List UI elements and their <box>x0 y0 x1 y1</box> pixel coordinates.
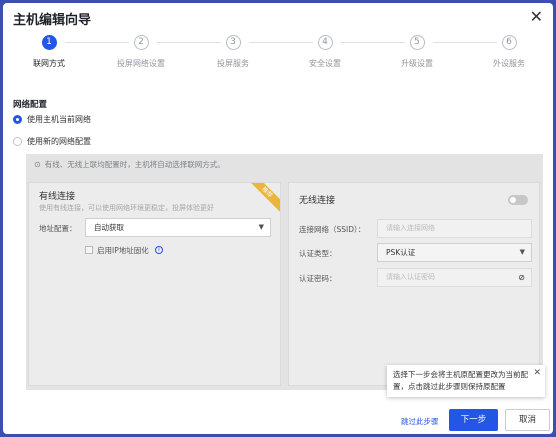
step-label: 投屏服务 <box>217 59 249 68</box>
hint-text: 有线、无线上联均配置时，主机将自动选择联网方式。 <box>44 160 225 169</box>
wifi-title: 无线连接 <box>299 196 336 206</box>
section-title: 网络配置 <box>13 100 48 110</box>
recommend-badge: 推荐 <box>250 183 280 213</box>
step-label: 联网方式 <box>33 59 65 68</box>
step-label: 投屏网络设置 <box>117 59 165 68</box>
hint-bar: ⊙ 有线、无线上联均配置时，主机将自动选择联网方式。 <box>34 159 225 170</box>
step-number: 5 <box>409 35 425 50</box>
wired-connection-card: 推荐 有线连接 使用有线连接，可以使用网络环境更稳定，投屏体验更好 地址配置： … <box>28 182 281 386</box>
wired-title: 有线连接 <box>39 192 76 202</box>
step-label: 外设服务 <box>493 59 525 68</box>
badge-text: 推荐 <box>250 183 280 213</box>
radio-button[interactable] <box>13 137 22 146</box>
location-pin-icon: ⊙ <box>34 160 41 169</box>
static-ip-label: 启用IP地址固化 <box>97 246 149 255</box>
wired-subtitle: 使用有线连接，可以使用网络环境更稳定，投屏体验更好 <box>39 204 214 212</box>
step-number: 2 <box>133 35 149 50</box>
auth-password-input[interactable]: 请输入认证密码 ⊘ <box>377 268 532 287</box>
cancel-button[interactable]: 取消 <box>505 409 550 431</box>
address-config-label: 地址配置： <box>39 224 77 233</box>
input-placeholder: 请输入认证密码 <box>386 273 435 281</box>
step-label: 安全设置 <box>309 59 341 68</box>
tooltip-line: 选择下一步会将主机原配置更改为当前配 <box>393 370 528 379</box>
radio-use-current-network[interactable]: 使用主机当前网络 <box>13 114 91 125</box>
address-config-select[interactable]: 自动获取 ▼ <box>85 218 271 237</box>
eye-off-icon[interactable]: ⊘ <box>518 269 525 286</box>
caret-down-icon: ▼ <box>258 223 264 231</box>
tooltip-line: 置，点击跳过此步骤则保持原配置 <box>393 382 506 391</box>
step-2: 2 投屏网络设置 <box>101 35 181 69</box>
radio-label: 使用主机当前网络 <box>27 115 91 124</box>
close-icon[interactable]: ✕ <box>533 367 541 379</box>
select-value: 自动获取 <box>94 223 124 232</box>
dialog-title: 主机编辑向导 <box>13 13 92 28</box>
step-4: 4 安全设置 <box>285 35 365 69</box>
static-ip-checkbox[interactable] <box>85 246 93 254</box>
select-value: PSK认证 <box>386 248 416 257</box>
wifi-toggle[interactable] <box>508 195 528 205</box>
caret-down-icon: ▼ <box>519 248 525 256</box>
skip-step-link[interactable]: 跳过此步骤 <box>401 416 439 427</box>
wireless-connection-card: 无线连接 连接网络（SSID）： 请输入连接网络 认证类型： PSK认证 ▼ 认… <box>288 182 540 386</box>
radio-label: 使用新的网络配置 <box>27 137 91 146</box>
confirm-tooltip: 选择下一步会将主机原配置更改为当前配 置，点击跳过此步骤则保持原配置 ✕ <box>387 365 545 397</box>
input-placeholder: 请输入连接网络 <box>386 224 435 232</box>
step-6: 6 外设服务 <box>469 35 549 69</box>
step-1: 1 联网方式 <box>9 35 89 69</box>
step-3: 3 投屏服务 <box>193 35 273 69</box>
step-indicator: 1 联网方式 2 投屏网络设置 3 投屏服务 4 安全设置 5 升级设置 6 外… <box>3 35 553 75</box>
close-icon[interactable]: ✕ <box>530 7 543 26</box>
network-config-panel: ⊙ 有线、无线上联均配置时，主机将自动选择联网方式。 推荐 有线连接 使用有线连… <box>26 154 543 390</box>
ssid-input[interactable]: 请输入连接网络 <box>377 219 532 238</box>
step-label: 升级设置 <box>401 59 433 68</box>
step-5: 5 升级设置 <box>377 35 457 69</box>
auth-password-label: 认证密码： <box>299 274 337 283</box>
radio-use-new-network[interactable]: 使用新的网络配置 <box>13 136 91 147</box>
radio-button-selected[interactable] <box>13 115 22 124</box>
ssid-label: 连接网络（SSID）： <box>299 225 366 234</box>
auth-type-select[interactable]: PSK认证 ▼ <box>377 243 532 262</box>
auth-type-label: 认证类型： <box>299 249 337 258</box>
step-number: 1 <box>41 35 57 50</box>
wizard-dialog: 主机编辑向导 ✕ 1 联网方式 2 投屏网络设置 3 投屏服务 4 安全设置 5… <box>3 3 553 434</box>
step-number: 6 <box>501 35 517 50</box>
step-number: 4 <box>317 35 333 50</box>
step-number: 3 <box>225 35 241 50</box>
next-button[interactable]: 下一步 <box>449 409 498 431</box>
info-icon[interactable]: i <box>155 246 163 254</box>
